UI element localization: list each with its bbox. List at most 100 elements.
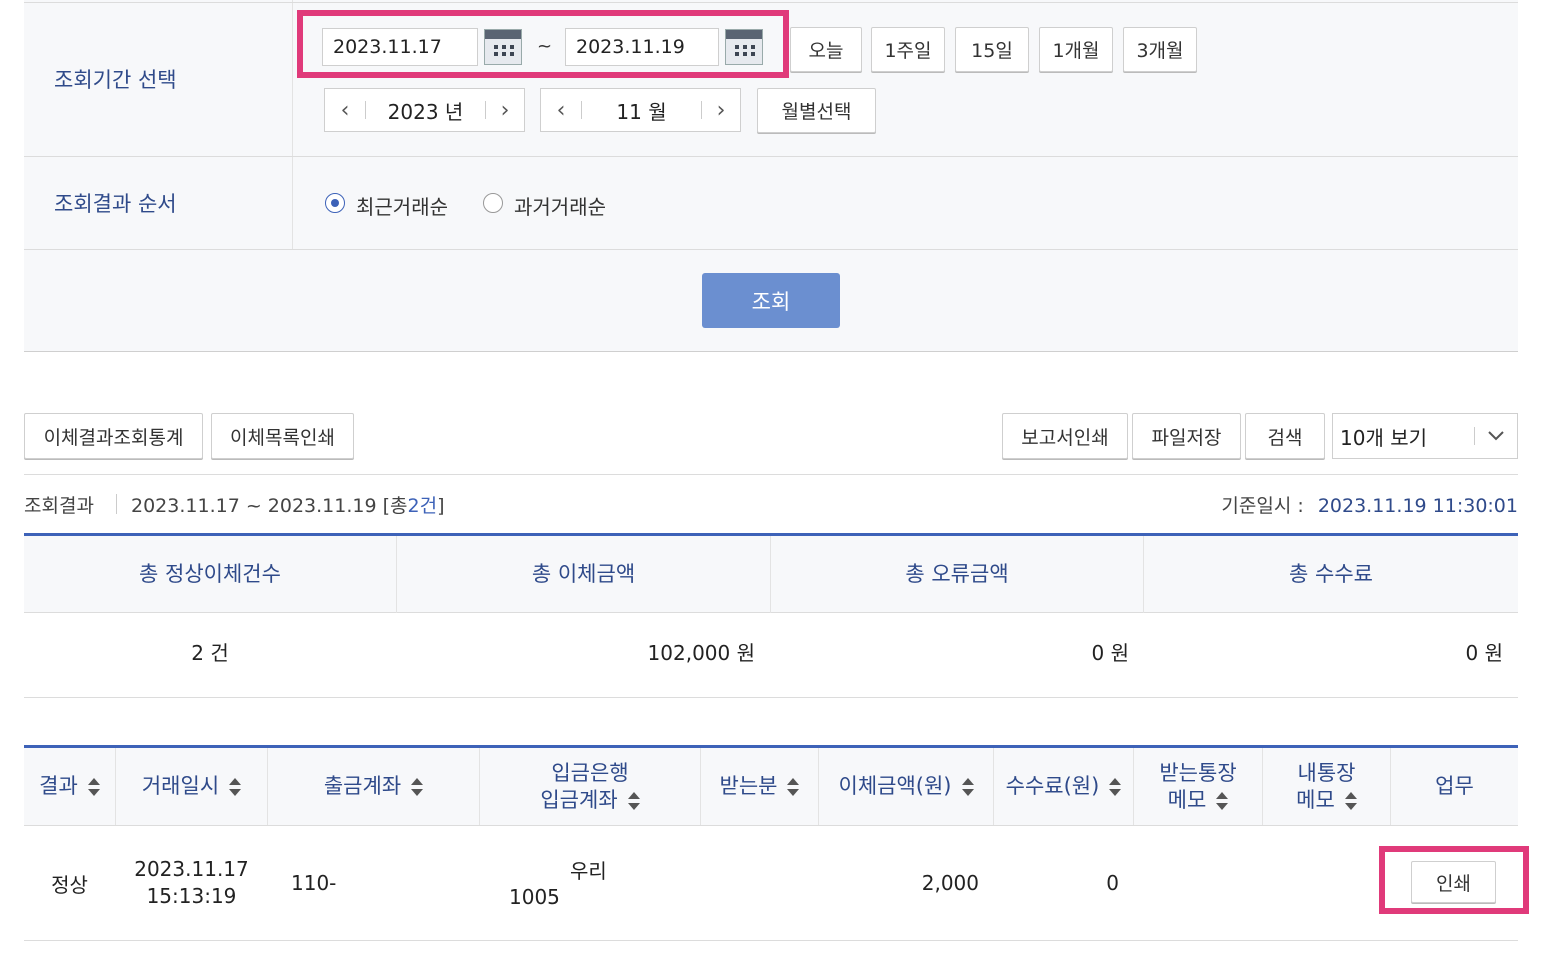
row-datetime: 2023.11.17 15:13:19 [116, 826, 267, 940]
toolbar-divider [24, 474, 1518, 475]
result-count-prefix: [총 [382, 495, 408, 517]
summary-value-total-fee: 0 원 [1465, 640, 1503, 665]
date-range-highlight [297, 10, 789, 78]
summary-header-normal-count: 총 정상이체건수 [139, 562, 281, 586]
file-save-button[interactable]: 파일저장 [1132, 413, 1241, 459]
summary-bottom-border [24, 697, 1518, 698]
quick-period-1month-button[interactable]: 1개월 [1039, 27, 1113, 72]
order-recent-radio[interactable] [325, 193, 345, 213]
summary-value-error-amount: 0 원 [1091, 640, 1129, 665]
result-range: 2023.11.17 ~ 2023.11.19 [총2건] [131, 491, 445, 518]
page-size-select[interactable]: 10개 보기 [1332, 413, 1518, 459]
col-header-bank-line2: 입금계좌 [540, 787, 618, 812]
col-header-my-memo[interactable]: 내통장 메모 [1263, 748, 1390, 825]
filter-label-column-divider [292, 0, 293, 250]
page-size-value: 10개 보기 [1340, 425, 1428, 450]
col-header-recipient-label: 받는분 [719, 774, 778, 798]
result-count-suffix: ] [437, 495, 445, 517]
sort-icon[interactable] [1344, 791, 1357, 810]
summary-value-normal-count: 2 건 [191, 640, 229, 665]
filter-bottom-border [24, 351, 1518, 352]
col-header-recv-memo-line1: 받는통장 [1159, 760, 1237, 785]
month-next-chevron-icon[interactable]: › [702, 98, 740, 123]
row-from-account: 110- [291, 871, 337, 895]
sort-icon[interactable] [1216, 791, 1229, 810]
month-value: 11 월 [616, 99, 667, 124]
row-time: 15:13:19 [146, 884, 237, 908]
year-prev-chevron-icon[interactable]: ‹ [325, 98, 365, 123]
sort-icon[interactable] [229, 777, 242, 796]
col-header-from-account[interactable]: 출금계좌 [268, 748, 479, 825]
col-header-bank-line1: 입금은행 [551, 760, 629, 785]
col-header-result[interactable]: 결과 [24, 748, 115, 825]
col-header-datetime-label: 거래일시 [141, 774, 220, 798]
row-recipient [701, 826, 818, 940]
sort-icon[interactable] [627, 791, 640, 810]
col-header-bank-line2-wrap: 입금계좌 [540, 787, 640, 814]
table-row: 정상 2023.11.17 15:13:19 110- 우리 1005 2,00… [24, 826, 1518, 940]
col-header-recv-memo-line2-wrap: 메모 [1168, 787, 1229, 814]
row-result: 정상 [51, 872, 88, 897]
year-next-chevron-icon[interactable]: › [486, 98, 524, 123]
result-count: 2건 [407, 495, 438, 517]
row-to-account: 1005 [509, 885, 559, 909]
col-header-recv-memo[interactable]: 받는통장 메모 [1134, 748, 1262, 825]
sort-icon[interactable] [87, 777, 100, 796]
row-fee: 0 [1106, 871, 1119, 895]
transfer-stats-button[interactable]: 이체결과조회통계 [24, 413, 203, 459]
order-recent-label[interactable]: 최근거래순 [356, 191, 448, 220]
col-header-fee[interactable]: 수수료(원) [994, 748, 1133, 825]
print-list-button[interactable]: 이체목록인쇄 [211, 413, 354, 459]
col-header-recipient[interactable]: 받는분 [701, 748, 818, 825]
col-header-datetime[interactable]: 거래일시 [116, 748, 267, 825]
order-label: 조회결과 순서 [54, 192, 177, 216]
base-time-label: 기준일시 : [1221, 495, 1304, 517]
search-submit-button[interactable]: 조회 [702, 273, 840, 328]
col-header-fee-label: 수수료(원) [1005, 774, 1100, 798]
summary-header-total-fee: 총 수수료 [1289, 562, 1373, 586]
sort-icon[interactable] [1109, 777, 1122, 796]
result-info-divider [116, 494, 117, 514]
summary-header-total-amount: 총 이체금액 [531, 562, 636, 586]
row-amount: 2,000 [921, 871, 979, 895]
col-header-recv-memo-line2: 메모 [1167, 787, 1207, 812]
row-date: 2023.11.17 [134, 857, 249, 881]
search-button[interactable]: 검색 [1245, 413, 1325, 459]
base-time-value: 2023.11.19 11:30:01 [1317, 495, 1518, 517]
quick-period-3months-button[interactable]: 3개월 [1123, 27, 1197, 72]
quick-period-15days-button[interactable]: 15일 [955, 27, 1029, 72]
filter-top-border [24, 2, 1518, 3]
row-bank: 우리 [570, 858, 607, 883]
col-header-from-account-label: 출금계좌 [323, 774, 402, 798]
col-header-result-label: 결과 [39, 774, 78, 798]
chevron-down-icon[interactable] [1475, 431, 1517, 441]
base-time: 기준일시 : 2023.11.19 11:30:01 [1221, 491, 1518, 518]
col-header-bank-account[interactable]: 입금은행 입금계좌 [480, 748, 700, 825]
year-value: 2023 년 [387, 99, 464, 124]
report-print-button[interactable]: 보고서인쇄 [1002, 413, 1128, 459]
year-stepper: ‹ 2023 년 › [324, 88, 525, 132]
col-header-action: 업무 [1435, 774, 1474, 798]
sort-icon[interactable] [787, 777, 800, 796]
quick-period-1week-button[interactable]: 1주일 [871, 27, 945, 72]
sort-icon[interactable] [961, 777, 974, 796]
col-header-my-memo-line2: 메모 [1296, 787, 1335, 812]
month-prev-chevron-icon[interactable]: ‹ [541, 98, 581, 123]
table-bottom-border [24, 940, 1518, 941]
sort-icon[interactable] [411, 777, 424, 796]
period-label: 조회기간 선택 [54, 68, 177, 92]
summary-value-total-amount: 102,000 원 [647, 640, 755, 665]
order-past-radio[interactable] [483, 193, 503, 213]
filter-row-divider [24, 156, 1518, 157]
monthly-select-button[interactable]: 월별선택 [757, 88, 876, 133]
col-header-my-memo-line2-wrap: 메모 [1296, 787, 1357, 814]
order-past-label[interactable]: 과거거래순 [514, 191, 606, 220]
col-header-amount[interactable]: 이체금액(원) [819, 748, 993, 825]
summary-header-error-amount: 총 오류금액 [905, 562, 1009, 586]
quick-period-today-button[interactable]: 오늘 [790, 27, 862, 72]
col-header-my-memo-line1: 내통장 [1297, 760, 1356, 785]
month-stepper: ‹ 11 월 › [540, 88, 741, 132]
print-button-highlight [1379, 846, 1529, 914]
result-range-dates: 2023.11.17 ~ 2023.11.19 [131, 495, 377, 517]
filter-row-divider-2 [24, 249, 1518, 250]
